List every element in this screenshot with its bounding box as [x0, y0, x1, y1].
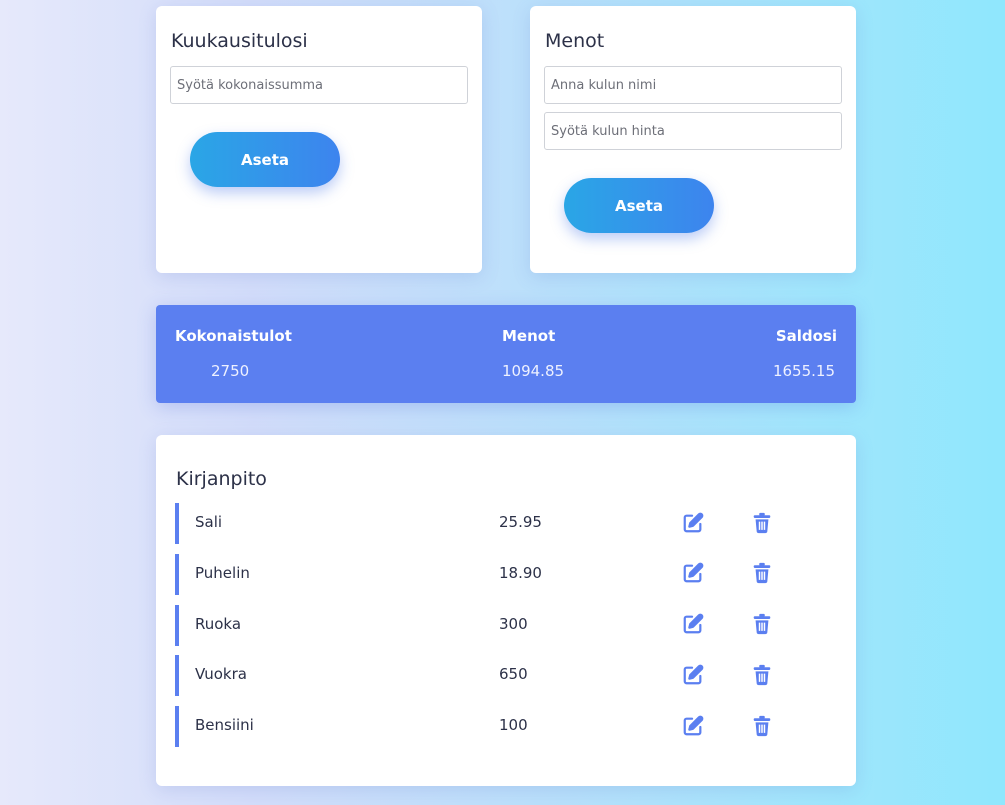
expense-amount: 25.95 — [499, 513, 542, 531]
ledger-row: Sali 25.95 — [175, 503, 815, 544]
set-expense-button[interactable]: Aseta — [564, 178, 714, 233]
expense-price-input[interactable] — [544, 112, 842, 150]
ledger-row: Vuokra 650 — [175, 655, 815, 697]
edit-icon — [682, 613, 704, 638]
expense-form-card: Menot Aseta — [530, 6, 856, 273]
ledger-card: Kirjanpito Sali 25.95 Puhelin 18.90 Ruok… — [156, 435, 856, 786]
total-income-input[interactable] — [170, 66, 468, 104]
trash-icon — [751, 613, 773, 638]
edit-button[interactable] — [681, 512, 705, 536]
expense-name: Vuokra — [195, 665, 247, 684]
trash-icon — [751, 664, 773, 689]
expense-form-title: Menot — [545, 30, 605, 52]
income-title: Kuukausitulosi — [171, 30, 308, 52]
edit-button[interactable] — [681, 715, 705, 739]
edit-button[interactable] — [681, 664, 705, 688]
total-expenses-value: 1094.85 — [502, 362, 565, 380]
set-income-button[interactable]: Aseta — [190, 132, 340, 187]
ledger-list: Sali 25.95 Puhelin 18.90 Ruoka 300 Vuokr… — [175, 503, 815, 757]
edit-icon — [682, 562, 704, 587]
trash-icon — [751, 562, 773, 587]
edit-icon — [682, 715, 704, 740]
ledger-row: Bensiini 100 — [175, 706, 815, 747]
delete-button[interactable] — [750, 664, 774, 688]
delete-button[interactable] — [750, 715, 774, 739]
ledger-row: Puhelin 18.90 — [175, 553, 815, 595]
trash-icon — [751, 512, 773, 537]
edit-icon — [682, 512, 704, 537]
edit-button[interactable] — [681, 562, 705, 587]
trash-icon — [751, 715, 773, 740]
total-expenses-label: Menot — [502, 327, 556, 345]
expense-name: Sali — [195, 513, 223, 531]
expense-amount: 18.90 — [499, 563, 542, 582]
balance-label: Saldosi — [775, 327, 837, 345]
expense-name: Bensiini — [195, 716, 254, 734]
expense-amount: 650 — [499, 665, 528, 684]
summary-bar: Kokonaistulot 2750 Menot 1094.85 Saldosi… — [156, 305, 856, 403]
ledger-title: Kirjanpito — [176, 468, 267, 490]
expense-name: Puhelin — [195, 563, 250, 582]
delete-button[interactable] — [750, 512, 774, 536]
expense-amount: 100 — [499, 716, 528, 734]
ledger-row: Ruoka 300 — [175, 604, 815, 646]
balance-value: 1655.15 — [772, 362, 835, 380]
edit-icon — [682, 664, 704, 689]
edit-button[interactable] — [681, 613, 705, 638]
delete-button[interactable] — [750, 613, 774, 638]
total-income-label: Kokonaistulot — [175, 327, 292, 345]
expense-amount: 300 — [499, 614, 528, 633]
income-card: Kuukausitulosi Aseta — [156, 6, 482, 273]
delete-button[interactable] — [750, 563, 774, 587]
expense-name-input[interactable] — [544, 66, 842, 104]
total-income-value: 2750 — [211, 362, 250, 380]
expense-name: Ruoka — [195, 614, 242, 633]
